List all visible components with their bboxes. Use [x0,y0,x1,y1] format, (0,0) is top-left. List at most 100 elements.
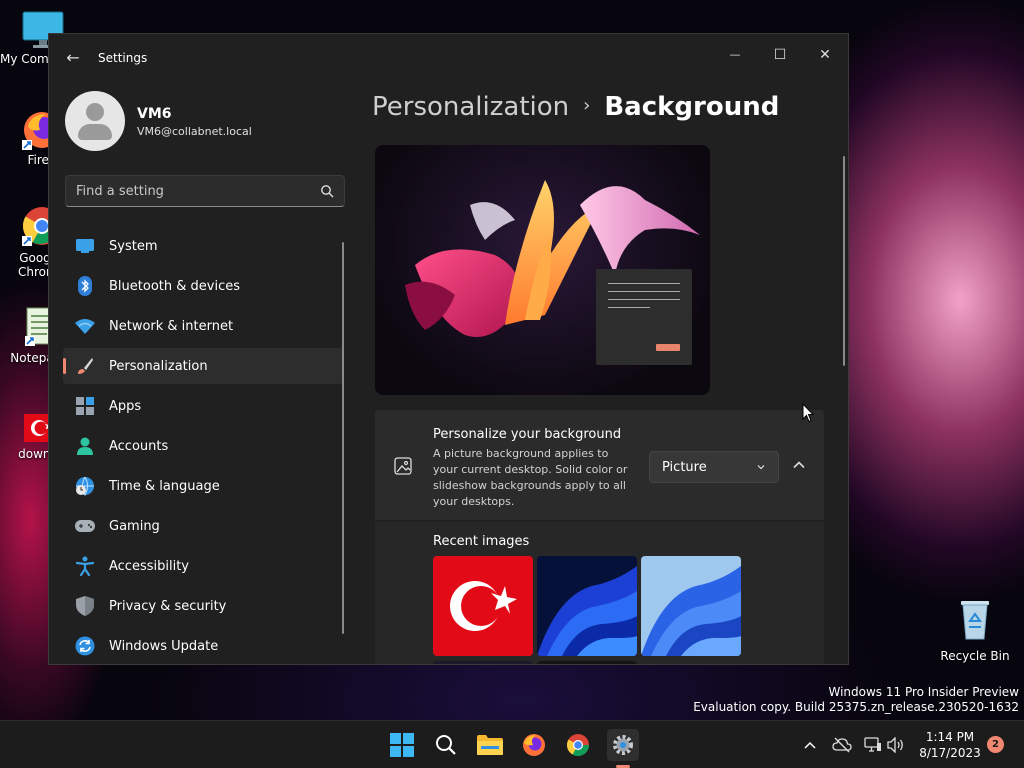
mouse-cursor-icon [802,403,814,423]
sidebar-item-apps[interactable]: Apps [63,388,343,424]
background-type-dropdown[interactable]: Picture [649,451,779,483]
brush-icon [75,356,95,376]
sidebar-item-windows-update[interactable]: Windows Update [63,628,343,664]
sidebar-item-label: Network & internet [109,318,234,334]
onedrive-tray-button[interactable] [832,735,852,755]
show-hidden-icons-button[interactable] [800,735,820,755]
settings-window: ← Settings — ☐ ✕ VM6 VM6@collabnet.local… [48,33,849,665]
sidebar-item-system[interactable]: System [63,228,343,264]
search-input[interactable] [76,176,306,206]
back-button[interactable]: ← [63,48,83,68]
gaming-icon [75,516,95,536]
turkey-flag-icon [450,581,517,631]
bloom-dark-image [537,566,637,656]
system-icon [75,236,95,256]
sidebar-item-gaming[interactable]: Gaming [63,508,343,544]
accounts-icon [75,436,95,456]
clock-date: 8/17/2023 [919,746,981,760]
search-box[interactable] [65,175,345,207]
desktop-icon-label: Goog Chron [18,251,52,279]
sidebar-item-time-language[interactable]: Time & language [63,468,343,504]
shield-icon [75,596,95,616]
picture-icon [394,457,412,475]
taskbar-chrome[interactable] [562,729,594,761]
sidebar-item-label: Bluetooth & devices [109,278,240,294]
sidebar-item-label: Gaming [109,518,160,534]
search-icon[interactable] [320,184,334,198]
recent-image-bloom-light[interactable] [641,556,741,656]
card-description: A picture background applies to your cur… [433,447,628,508]
search-icon [436,735,456,755]
sidebar-item-label: Accessibility [109,558,189,574]
bluetooth-icon [75,276,95,296]
taskbar-settings[interactable] [607,729,639,761]
recent-images-label: Recent images [433,534,530,549]
sidebar-item-label: Time & language [109,478,220,494]
taskbar-file-explorer[interactable] [474,729,506,761]
sidebar-item-accessibility[interactable]: Accessibility [63,548,343,584]
clock-time: 1:14 PM [925,730,975,744]
time-language-icon [75,476,95,496]
sidebar-item-label: Apps [109,398,142,414]
sidebar-item-label: Personalization [109,358,208,374]
breadcrumb-separator: › [583,95,591,116]
recent-image-bloom-dark[interactable] [537,556,637,656]
taskbar-firefox[interactable] [518,729,550,761]
cloud-offline-icon [832,737,852,753]
profile-email: VM6@collabnet.local [137,125,252,138]
evaluation-watermark: Windows 11 Pro Insider Preview Evaluatio… [693,685,1019,715]
recent-image-turkey-flag[interactable] [433,556,533,656]
title-bar: ← Settings — ☐ ✕ [49,34,848,82]
taskbar-search-button[interactable] [430,729,462,761]
update-icon [75,636,95,656]
main-scrollbar[interactable] [843,156,845,366]
speaker-icon [887,737,903,753]
chevron-up-icon[interactable] [789,455,809,475]
window-title: Settings [98,51,148,65]
network-tray-button[interactable] [863,735,883,755]
volume-tray-button[interactable] [886,735,906,755]
minimize-button[interactable]: — [712,40,758,70]
notification-badge[interactable]: 2 [987,736,1004,753]
sidebar-nav: System Bluetooth & devices Network & int… [63,228,343,664]
breadcrumb-parent[interactable]: Personalization [372,92,569,122]
close-button[interactable]: ✕ [802,40,848,70]
start-button[interactable] [386,729,418,761]
desktop-icon-label: Recycle Bin [940,649,1010,663]
chevron-down-icon [757,465,765,470]
accessibility-icon [75,556,95,576]
bloom-light-image [641,566,741,656]
maximize-button[interactable]: ☐ [757,40,803,70]
watermark-line2: Evaluation copy. Build 25375.zn_release.… [693,700,1019,714]
desktop-icon-recycle-bin[interactable]: Recycle Bin [940,597,1010,663]
taskbar-clock[interactable]: 1:14 PM 8/17/2023 [915,729,985,761]
sidebar-item-label: Accounts [109,438,169,454]
background-preview [375,145,710,395]
desktop-icon-label: My Com [0,52,48,66]
personalize-background-card: Personalize your background A picture ba… [375,410,824,520]
sidebar-item-bluetooth[interactable]: Bluetooth & devices [63,268,343,304]
dropdown-value: Picture [662,460,707,475]
sidebar-item-personalization[interactable]: Personalization [63,348,343,384]
network-ethernet-icon [864,737,881,752]
avatar[interactable] [65,91,125,151]
sidebar-item-label: System [109,238,158,254]
gear-icon [613,735,633,755]
recent-image-partial[interactable] [537,661,637,664]
folder-icon [477,735,503,755]
card-title: Personalize your background [433,427,622,442]
taskbar: 1:14 PM 8/17/2023 2 [0,720,1024,768]
sidebar-item-network[interactable]: Network & internet [63,308,343,344]
sidebar-item-accounts[interactable]: Accounts [63,428,343,464]
recent-images-section: Recent images [375,522,824,664]
profile-name: VM6 [137,106,172,122]
recent-image-partial[interactable] [433,661,533,664]
breadcrumb: Personalization › Background [372,92,779,122]
sidebar-scrollbar[interactable] [342,242,344,634]
firefox-icon [523,734,545,756]
windows-logo-icon [390,733,414,757]
sidebar-item-privacy-security[interactable]: Privacy & security [63,588,343,624]
sidebar-item-label: Privacy & security [109,598,227,614]
preview-window-mock [596,269,692,365]
recycle-bin-icon [961,601,989,640]
